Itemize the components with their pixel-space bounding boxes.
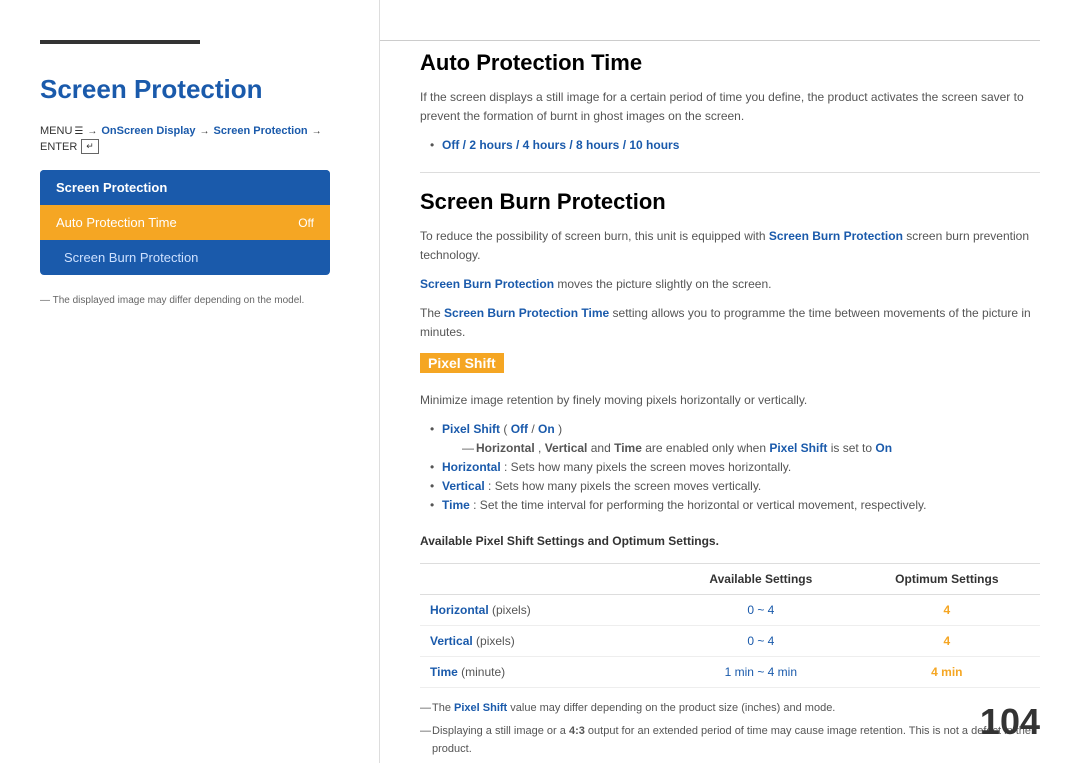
section2-desc1: To reduce the possibility of screen burn… — [420, 227, 1040, 265]
section1-title: Auto Protection Time — [420, 50, 1040, 76]
table-col2: Available Settings — [668, 563, 854, 594]
table-cell-label: Horizontal (pixels) — [420, 594, 668, 625]
pixel-shift-bullet1: Pixel Shift ( Off / On ) Horizontal , Ve… — [430, 420, 1040, 458]
pixel-shift-bullet2: Horizontal : Sets how many pixels the sc… — [430, 458, 1040, 477]
arrow-1: → — [87, 126, 97, 137]
table-cell-available: 0 ~ 4 — [668, 625, 854, 656]
arrow-2: → — [200, 126, 210, 137]
section2-desc2-end: moves the picture slightly on the screen… — [557, 277, 771, 291]
page-title: Screen Protection — [40, 74, 339, 105]
top-right-bar — [380, 40, 1040, 41]
time-bold: Time — [442, 498, 470, 512]
pixel-shift-sub1: Horizontal , Vertical and Time are enabl… — [462, 439, 1040, 458]
nav-item-screen-burn[interactable]: Screen Burn Protection — [40, 240, 330, 275]
time-cell-unit: (minute) — [461, 665, 505, 679]
nav-box-header: Screen Protection — [40, 170, 330, 205]
sub1-text2: and — [591, 441, 614, 455]
footer-note-2: Displaying a still image or a 4:3 output… — [420, 723, 1040, 758]
table-col1 — [420, 563, 668, 594]
pixel-shift-table: Available Settings Optimum Settings Hori… — [420, 563, 1040, 688]
screen-burn-protection-link2: Screen Burn Protection — [420, 277, 554, 291]
section1-options: Off / 2 hours / 4 hours / 8 hours / 10 h… — [430, 136, 1040, 155]
table-cell-optimum: 4 — [854, 594, 1040, 625]
time-cell-label: Time — [430, 665, 458, 679]
on-ref: On — [875, 441, 892, 455]
pixel-shift-bullet4: Time : Set the time interval for perform… — [430, 496, 1040, 515]
table-row: Vertical (pixels) 0 ~ 4 4 — [420, 625, 1040, 656]
section2-title: Screen Burn Protection — [420, 189, 1040, 215]
menu-path: MENU ☰ → OnScreen Display → Screen Prote… — [40, 125, 339, 154]
nav-box: Screen Protection Auto Protection Time O… — [40, 170, 330, 275]
pixel-shift-bullet3: Vertical : Sets how many pixels the scre… — [430, 477, 1040, 496]
section2-desc1-text: To reduce the possibility of screen burn… — [420, 229, 769, 243]
pixel-shift-ref2: Pixel Shift — [454, 702, 507, 714]
ratio-ref: 4:3 — [569, 725, 585, 737]
left-panel: Screen Protection MENU ☰ → OnScreen Disp… — [0, 0, 380, 763]
table-cell-optimum: 4 — [854, 625, 1040, 656]
section1-options-list: Off / 2 hours / 4 hours / 8 hours / 10 h… — [430, 136, 1040, 155]
sub1-text4: is set to — [831, 441, 876, 455]
pixel-shift-title: Pixel Shift — [420, 353, 504, 373]
screen-protection-link: Screen Protection — [214, 125, 308, 137]
vertical-cell-label: Vertical — [430, 634, 473, 648]
table-cell-optimum: 4 min — [854, 656, 1040, 687]
horizontal-cell-unit: (pixels) — [492, 603, 531, 617]
arrow-3: → — [312, 126, 322, 137]
section1-desc: If the screen displays a still image for… — [420, 88, 1040, 126]
section2-desc2: Screen Burn Protection moves the picture… — [420, 275, 1040, 294]
horizontal-label: Horizontal — [476, 441, 535, 455]
nav-item-value: Off — [298, 216, 314, 230]
pixel-shift-sub-bullets: Horizontal , Vertical and Time are enabl… — [462, 439, 1040, 458]
pixel-shift-bullets: Pixel Shift ( Off / On ) Horizontal , Ve… — [430, 420, 1040, 516]
options-text: Off / 2 hours / 4 hours / 8 hours / 10 h… — [442, 138, 679, 152]
bullet4-end: : Set the time interval for performing t… — [473, 498, 926, 512]
pixel-shift-options: ( — [503, 422, 507, 436]
table-col3: Optimum Settings — [854, 563, 1040, 594]
footer-note-1: The Pixel Shift value may differ dependi… — [420, 700, 1040, 718]
section2-desc3-text: The — [420, 306, 444, 320]
bullet2-end: : Sets how many pixels the screen moves … — [504, 460, 791, 474]
table-row: Horizontal (pixels) 0 ~ 4 4 — [420, 594, 1040, 625]
pixel-shift-ref: Pixel Shift — [769, 441, 827, 455]
sub1-text3: are enabled only when — [645, 441, 769, 455]
nav-item-label: Auto Protection Time — [56, 215, 177, 230]
pixel-shift-link: Pixel Shift — [442, 422, 500, 436]
pixel-shift-paren: ) — [558, 422, 562, 436]
onscreen-display-link: OnScreen Display — [101, 125, 195, 137]
nav-item-label: Screen Burn Protection — [64, 250, 198, 265]
pixel-shift-off: Off — [511, 422, 528, 436]
vertical-label: Vertical — [545, 441, 588, 455]
vertical-cell-unit: (pixels) — [476, 634, 515, 648]
horizontal-cell-label: Horizontal — [430, 603, 489, 617]
table-cell-label: Vertical (pixels) — [420, 625, 668, 656]
right-panel: Auto Protection Time If the screen displ… — [380, 0, 1080, 763]
section2-desc3: The Screen Burn Protection Time setting … — [420, 304, 1040, 342]
vertical-bold: Vertical — [442, 479, 485, 493]
divider-1 — [420, 172, 1040, 173]
screen-burn-protection-link1: Screen Burn Protection — [769, 229, 903, 243]
horizontal-bold: Horizontal — [442, 460, 501, 474]
table-cell-available: 0 ~ 4 — [668, 594, 854, 625]
menu-icon: ☰ — [74, 126, 83, 137]
top-bar-decoration — [40, 40, 200, 44]
enter-label: ENTER — [40, 141, 77, 153]
footer-notes: The Pixel Shift value may differ dependi… — [420, 700, 1040, 763]
pixel-shift-on: On — [538, 422, 555, 436]
table-cell-available: 1 min ~ 4 min — [668, 656, 854, 687]
sub1-text: , — [538, 441, 545, 455]
table-row: Time (minute) 1 min ~ 4 min 4 min — [420, 656, 1040, 687]
pixel-shift-desc: Minimize image retention by finely movin… — [420, 391, 1040, 410]
nav-item-auto-protection[interactable]: Auto Protection Time Off — [40, 205, 330, 240]
menu-label: MENU — [40, 125, 72, 137]
bullet3-end: : Sets how many pixels the screen moves … — [488, 479, 761, 493]
time-label: Time — [614, 441, 642, 455]
screen-burn-time-link: Screen Burn Protection Time — [444, 306, 609, 320]
table-cell-label: Time (minute) — [420, 656, 668, 687]
model-note: The displayed image may differ depending… — [40, 295, 339, 306]
table-section-title: Available Pixel Shift Settings and Optim… — [420, 532, 1040, 551]
page-number: 104 — [980, 701, 1040, 743]
enter-icon: ↵ — [81, 139, 99, 154]
